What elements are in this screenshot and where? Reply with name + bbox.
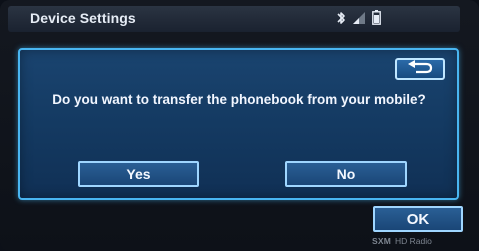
header-bar: Device Settings <box>8 6 460 32</box>
bluetooth-icon <box>336 11 346 30</box>
footer-brand-logos: SXM HD Radio <box>372 236 432 246</box>
hd-radio-logo: HD Radio <box>395 236 432 246</box>
head-unit-screen: Device Settings Do you want to transfer … <box>0 0 479 251</box>
status-icons <box>336 10 381 30</box>
ok-button[interactable]: OK <box>373 206 463 232</box>
dialog-message: Do you want to transfer the phonebook fr… <box>52 92 426 107</box>
no-button[interactable]: No <box>285 161 407 187</box>
signal-icon <box>352 11 366 30</box>
sxm-logo: SXM <box>372 236 392 246</box>
battery-icon <box>372 10 381 30</box>
back-button[interactable] <box>395 58 445 80</box>
yes-button[interactable]: Yes <box>78 161 199 187</box>
page-title: Device Settings <box>30 10 136 26</box>
return-arrow-icon <box>406 59 434 79</box>
transfer-dialog: Do you want to transfer the phonebook fr… <box>18 48 459 200</box>
